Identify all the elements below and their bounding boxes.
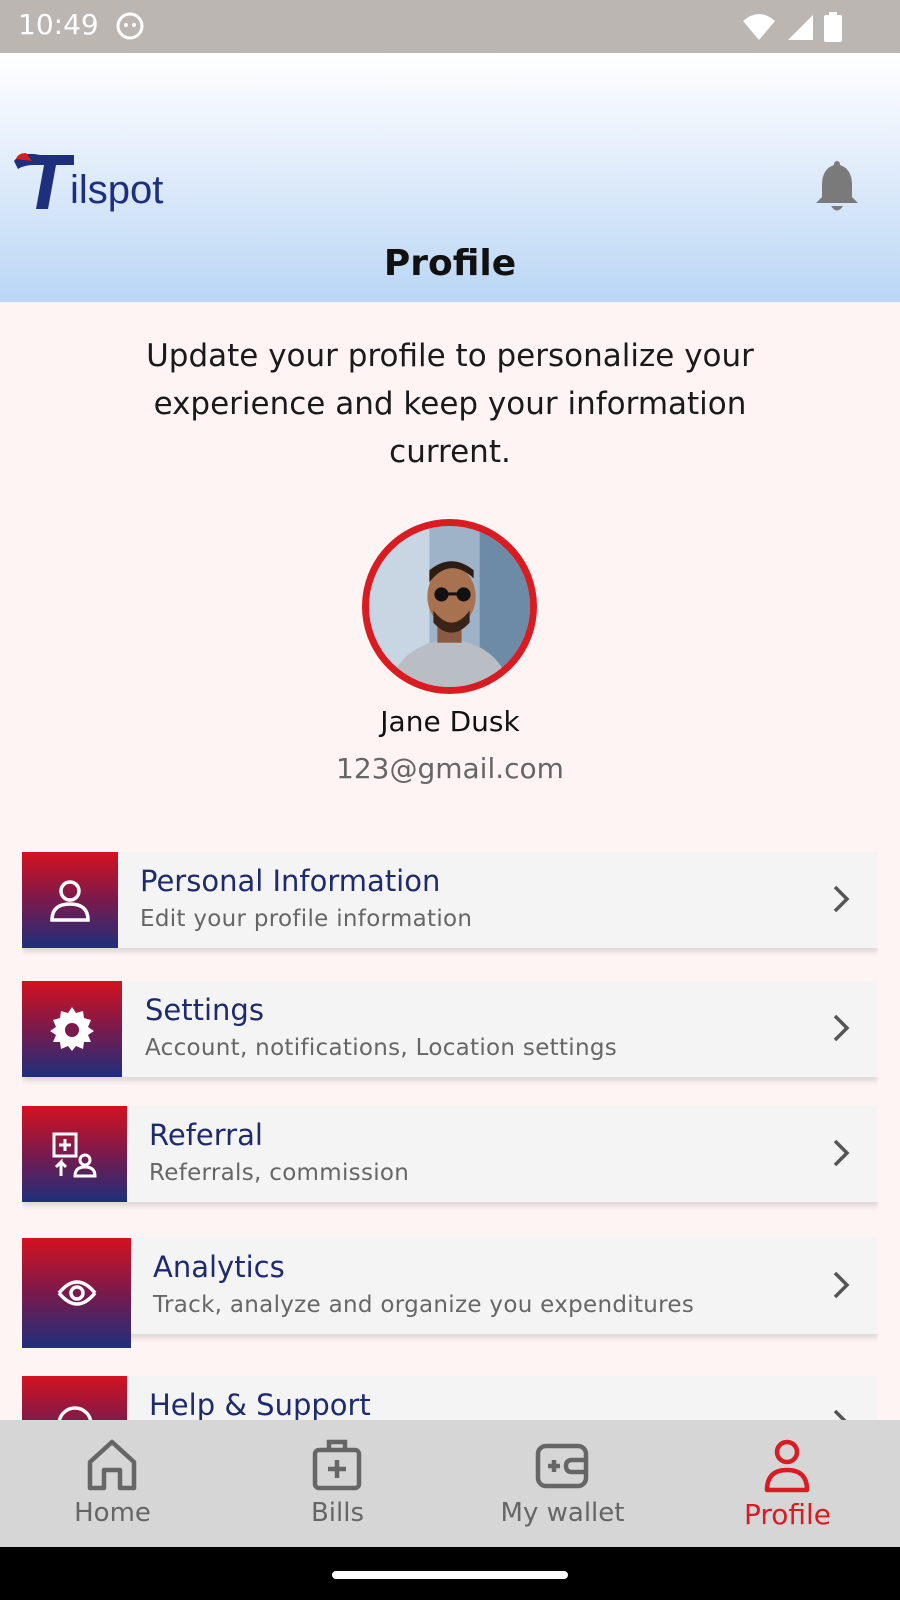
nav-home[interactable]: Home [0, 1420, 225, 1547]
chevron-right-icon [833, 1139, 850, 1167]
nav-label: Home [74, 1498, 151, 1528]
home-gesture-handle[interactable] [332, 1571, 568, 1579]
menu-item-title: Help & Support [149, 1388, 371, 1420]
page-title: Profile [383, 243, 517, 284]
app-header: ilspot Profile [0, 53, 900, 302]
menu-tile [22, 981, 122, 1077]
wallet-icon [535, 1443, 589, 1489]
tilspot-logo: ilspot [14, 153, 163, 212]
nav-bills[interactable]: Bills [225, 1420, 450, 1547]
wifi-icon [743, 14, 775, 40]
avatar-photo [369, 526, 530, 687]
chevron-right-icon [833, 1409, 847, 1420]
svg-text:ilspot: ilspot [70, 168, 163, 212]
menu-item-help-support[interactable]: Help & Support [22, 1376, 878, 1420]
status-time: 10:49 [18, 8, 99, 41]
menu-item-subtitle: Account, notifications, Location setting… [145, 1035, 618, 1061]
nav-my-wallet[interactable]: My wallet [450, 1420, 675, 1547]
menu-item-title: Analytics [153, 1250, 285, 1284]
bottom-navigation: Home Bills My wallet Profile [0, 1420, 900, 1547]
nav-label: Profile [743, 1498, 832, 1531]
menu-item-settings[interactable]: Settings Account, notifications, Locatio… [22, 981, 878, 1077]
gear-icon [50, 1007, 94, 1051]
nav-label: My wallet [500, 1498, 625, 1528]
signal-icon [788, 15, 813, 40]
battery-icon [824, 12, 842, 42]
bills-icon [312, 1439, 362, 1491]
menu-item-title: Personal Information [140, 864, 441, 898]
profile-icon [764, 1439, 810, 1493]
referral-icon [52, 1132, 97, 1178]
menu-item-subtitle: Referrals, commission [149, 1160, 410, 1186]
avatar[interactable] [362, 519, 537, 694]
nav-label: Bills [310, 1498, 365, 1528]
menu-tile [22, 1106, 127, 1202]
user-email: 123@gmail.com [336, 752, 564, 785]
menu-item-referral[interactable]: Referral Referrals, commission [22, 1106, 878, 1202]
menu-item-title: Settings [145, 993, 264, 1027]
home-icon [87, 1439, 137, 1491]
menu-tile [22, 852, 118, 948]
notification-cat-icon [116, 12, 144, 40]
menu-tile [22, 1376, 127, 1420]
intro-text: Update your profile to personalize your … [146, 338, 754, 470]
menu-item-analytics[interactable]: Analytics Track, analyze and organize yo… [22, 1238, 878, 1348]
profile-menu: Personal Information Edit your profile i… [22, 852, 878, 1420]
status-bar: 10:49 [0, 0, 900, 53]
chevron-right-icon [833, 1014, 850, 1042]
user-name: Jane Dusk [380, 705, 520, 738]
menu-item-personal-information[interactable]: Personal Information Edit your profile i… [22, 852, 878, 948]
menu-item-title: Referral [149, 1118, 263, 1152]
help-icon [57, 1406, 92, 1420]
nav-profile[interactable]: Profile [675, 1420, 900, 1547]
user-icon [50, 880, 90, 922]
system-navigation-bar [0, 1547, 900, 1600]
chevron-right-icon [833, 885, 850, 913]
menu-item-subtitle: Edit your profile information [140, 906, 473, 932]
eye-icon [57, 1280, 96, 1306]
menu-tile [22, 1238, 131, 1348]
menu-item-subtitle: Track, analyze and organize you expendit… [153, 1292, 695, 1318]
notification-bell-icon[interactable] [812, 157, 862, 215]
chevron-right-icon [833, 1271, 850, 1299]
